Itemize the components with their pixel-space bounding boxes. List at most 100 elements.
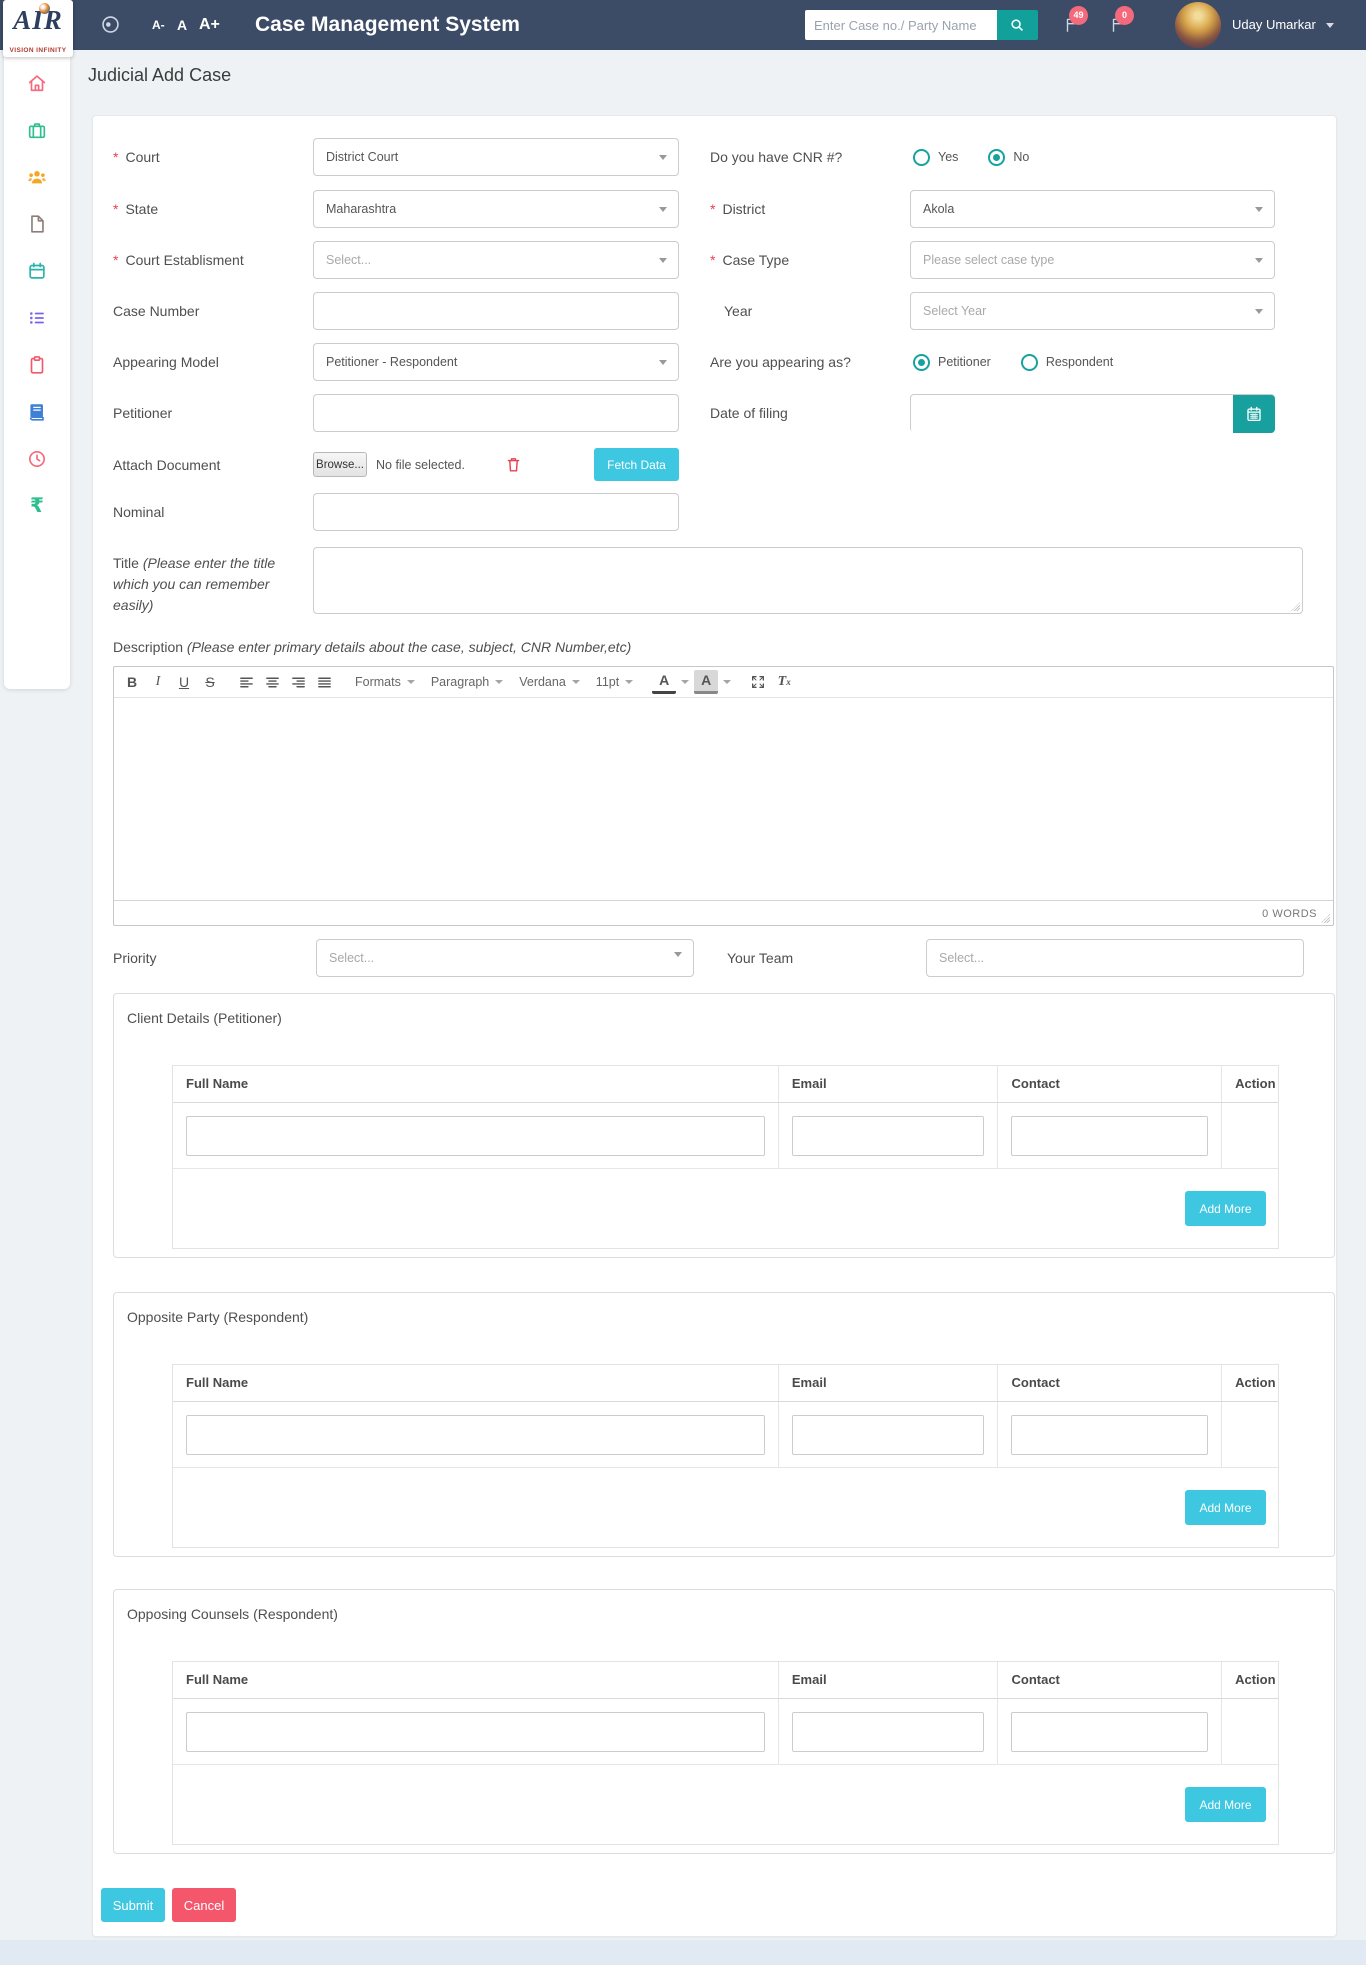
sidebar-item-finance[interactable]: ₹ bbox=[4, 482, 70, 529]
italic-button[interactable]: I bbox=[146, 670, 170, 694]
appearing-respondent-radio[interactable]: Respondent bbox=[1021, 354, 1113, 371]
resize-grip-icon[interactable] bbox=[1291, 602, 1300, 611]
date-picker-button[interactable] bbox=[1233, 395, 1275, 433]
editor-content-area[interactable] bbox=[114, 698, 1333, 900]
district-select[interactable]: Akola bbox=[910, 190, 1275, 228]
chevron-down-icon bbox=[495, 680, 503, 684]
add-more-button[interactable]: Add More bbox=[1185, 1191, 1266, 1226]
sidebar-item-documents[interactable] bbox=[4, 200, 70, 247]
top-header: A- A A+ Case Management System 49 0 Uday… bbox=[0, 0, 1366, 50]
district-label: *District bbox=[710, 190, 905, 228]
strikethrough-button[interactable]: S bbox=[198, 670, 222, 694]
chevron-down-icon bbox=[659, 207, 667, 212]
underline-button[interactable]: U bbox=[172, 670, 196, 694]
column-header-email: Email bbox=[779, 1662, 999, 1698]
background-color-button[interactable]: A bbox=[694, 670, 718, 694]
cnr-no-radio[interactable]: No bbox=[988, 149, 1029, 166]
fullscreen-button[interactable] bbox=[746, 670, 770, 694]
cancel-button[interactable]: Cancel bbox=[172, 1888, 236, 1922]
add-more-button[interactable]: Add More bbox=[1185, 1490, 1266, 1525]
app-logo[interactable]: AIR VISION INFINITY bbox=[3, 0, 73, 57]
font-family-dropdown[interactable]: Verdana bbox=[512, 675, 587, 689]
text-color-caret[interactable] bbox=[678, 680, 692, 684]
client-details-section: Client Details (Petitioner) Full Name Em… bbox=[113, 993, 1335, 1258]
action-cell bbox=[1222, 1402, 1278, 1467]
search-icon bbox=[1009, 17, 1026, 34]
case-number-input[interactable] bbox=[313, 292, 679, 330]
bold-button[interactable]: B bbox=[120, 670, 144, 694]
column-header-action: Action bbox=[1222, 1662, 1278, 1698]
client-contact-input[interactable] bbox=[1011, 1116, 1208, 1156]
petitioner-input[interactable] bbox=[313, 394, 679, 432]
client-fullname-input[interactable] bbox=[186, 1116, 765, 1156]
notifications-button[interactable]: 49 bbox=[1063, 16, 1083, 36]
nominal-input[interactable] bbox=[313, 493, 679, 531]
opposite-email-input[interactable] bbox=[792, 1415, 985, 1455]
action-cell bbox=[1222, 1103, 1278, 1168]
column-header-fullname: Full Name bbox=[173, 1066, 779, 1102]
resize-grip-icon[interactable] bbox=[1321, 914, 1330, 923]
add-case-form: *Court District Court Do you have CNR #?… bbox=[92, 115, 1337, 1937]
sidebar-item-team[interactable] bbox=[4, 153, 70, 200]
column-header-email: Email bbox=[779, 1066, 999, 1102]
search-input[interactable] bbox=[805, 10, 997, 40]
font-increase-button[interactable]: A+ bbox=[199, 0, 220, 50]
align-center-button[interactable] bbox=[260, 670, 284, 694]
appearing-petitioner-radio[interactable]: Petitioner bbox=[913, 354, 991, 371]
font-normal-button[interactable]: A bbox=[177, 0, 187, 50]
clear-formatting-button[interactable]: Tx bbox=[772, 670, 796, 694]
formats-dropdown[interactable]: Formats bbox=[348, 675, 422, 689]
case-search bbox=[805, 10, 1038, 40]
opposite-fullname-input[interactable] bbox=[186, 1415, 765, 1455]
visibility-toggle-icon[interactable] bbox=[100, 14, 121, 35]
counsel-email-input[interactable] bbox=[792, 1712, 985, 1752]
trash-icon[interactable] bbox=[504, 455, 523, 474]
year-select[interactable]: Select Year bbox=[910, 292, 1275, 330]
font-size-dropdown[interactable]: 11pt bbox=[589, 675, 640, 689]
title-label: Title (Please enter the title which you … bbox=[113, 553, 313, 616]
client-email-input[interactable] bbox=[792, 1116, 985, 1156]
appearing-model-select[interactable]: Petitioner - Respondent bbox=[313, 343, 679, 381]
case-type-select[interactable]: Please select case type bbox=[910, 241, 1275, 279]
search-button[interactable] bbox=[997, 10, 1038, 40]
table-header-row: Full Name Email Contact Action bbox=[173, 1365, 1278, 1402]
court-select[interactable]: District Court bbox=[313, 138, 679, 176]
background-color-caret[interactable] bbox=[720, 680, 734, 684]
alerts-button[interactable]: 0 bbox=[1109, 16, 1129, 36]
court-establishment-select[interactable]: Select... bbox=[313, 241, 679, 279]
fetch-data-button[interactable]: Fetch Data bbox=[594, 448, 679, 481]
sidebar-item-calendar[interactable] bbox=[4, 247, 70, 294]
user-menu[interactable]: Uday Umarkar bbox=[1232, 0, 1334, 50]
priority-select[interactable]: Select... bbox=[316, 939, 694, 977]
home-icon bbox=[26, 72, 48, 94]
counsel-contact-input[interactable] bbox=[1011, 1712, 1208, 1752]
opposite-contact-input[interactable] bbox=[1011, 1415, 1208, 1455]
avatar[interactable] bbox=[1175, 2, 1221, 48]
case-number-label: Case Number bbox=[113, 292, 308, 330]
cnr-yes-radio[interactable]: Yes bbox=[913, 149, 958, 166]
browse-button[interactable]: Browse... bbox=[313, 452, 367, 477]
opposing-counsels-table: Full Name Email Contact Action Add More bbox=[172, 1661, 1279, 1845]
title-textarea[interactable] bbox=[313, 547, 1303, 614]
notification-badge: 49 bbox=[1069, 6, 1088, 25]
align-left-button[interactable] bbox=[234, 670, 258, 694]
add-more-button[interactable]: Add More bbox=[1185, 1787, 1266, 1822]
your-team-select[interactable]: Select... bbox=[926, 939, 1304, 977]
text-color-button[interactable]: A bbox=[652, 670, 676, 694]
align-right-button[interactable] bbox=[286, 670, 310, 694]
sidebar-item-tasks[interactable] bbox=[4, 294, 70, 341]
sidebar-item-diary[interactable] bbox=[4, 388, 70, 435]
sidebar-item-history[interactable] bbox=[4, 435, 70, 482]
align-justify-button[interactable] bbox=[312, 670, 336, 694]
date-of-filing-input[interactable] bbox=[911, 395, 1233, 433]
state-select[interactable]: Maharashtra bbox=[313, 190, 679, 228]
paragraph-dropdown[interactable]: Paragraph bbox=[424, 675, 510, 689]
counsel-fullname-input[interactable] bbox=[186, 1712, 765, 1752]
app-title: Case Management System bbox=[255, 0, 520, 50]
sidebar-item-home[interactable] bbox=[4, 59, 70, 106]
chevron-down-icon bbox=[659, 155, 667, 160]
sidebar-item-clipboard[interactable] bbox=[4, 341, 70, 388]
sidebar-item-cases[interactable] bbox=[4, 106, 70, 153]
font-decrease-button[interactable]: A- bbox=[152, 0, 165, 50]
submit-button[interactable]: Submit bbox=[101, 1888, 165, 1922]
